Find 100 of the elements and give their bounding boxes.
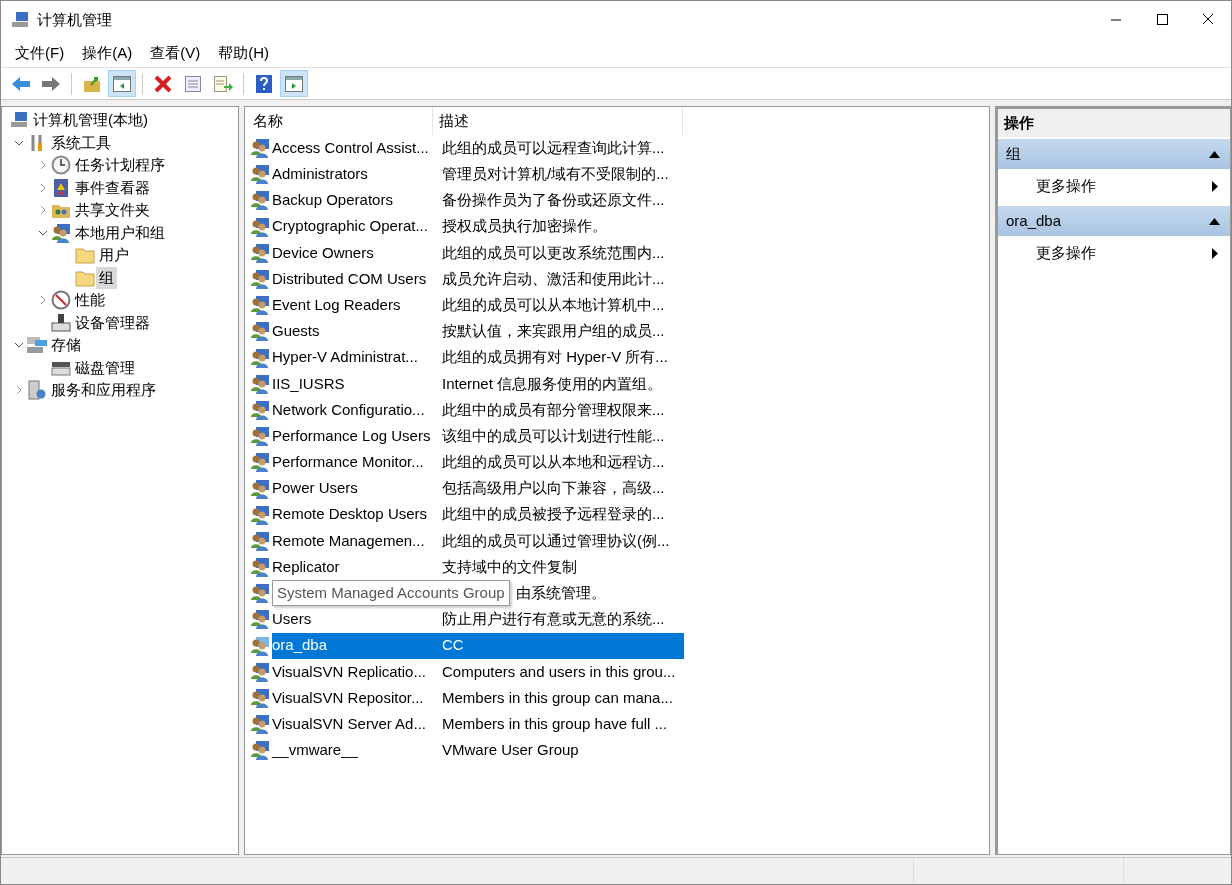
table-cell-text: Network Configuratio... — [272, 399, 426, 420]
table-cell-text: VisualSVN Replicatio... — [272, 661, 427, 682]
table-cell-text: Replicator — [272, 556, 341, 577]
group-icon — [250, 269, 270, 290]
expand-chevron-icon[interactable] — [38, 295, 48, 306]
tree-item[interactable]: 服务和应用程序 — [48, 379, 159, 402]
table-row[interactable]: Administrators 管理员对计算机/域有不受限制的... — [272, 161, 684, 188]
group-icon — [250, 530, 270, 551]
table-row[interactable]: Guests 按默认值，来宾跟用户组的成员... — [272, 318, 684, 345]
action-item[interactable]: 更多操作 — [998, 169, 1230, 204]
table-cell-text: 授权成员执行加密操作。 — [441, 216, 607, 237]
expand-chevron-icon[interactable] — [14, 385, 24, 396]
forward-arrow-icon — [41, 75, 61, 92]
computer-icon — [10, 111, 28, 130]
group-icon — [250, 557, 270, 578]
expand-chevron-icon[interactable] — [38, 160, 48, 171]
tree-item[interactable]: 用户 — [96, 244, 132, 267]
tree-item[interactable]: 磁盘管理 — [72, 356, 138, 379]
table-cell-text: 此组中的成员有部分管理权限来... — [441, 399, 665, 420]
table-row[interactable]: Performance Log Users 该组中的成员可以计划进行性能... — [272, 423, 684, 450]
group-icon — [250, 138, 270, 159]
tree-item[interactable]: 本地用户和组 — [72, 221, 168, 244]
folder-icon — [75, 268, 95, 287]
menu-item[interactable]: 操作(A) — [74, 41, 141, 65]
table-row[interactable]: VisualSVN Replicatio... Computers and users in this grou... — [272, 658, 684, 685]
table-row[interactable]: Power Users 包括高级用户以向下兼容，高级... — [272, 475, 684, 502]
table-row[interactable]: Event Log Readers 此组的成员可以从本地计算机中... — [272, 292, 684, 319]
table-cell-text: Guests — [272, 321, 321, 342]
folder-up-icon — [83, 74, 101, 93]
collapse-triangle-icon[interactable] — [1209, 150, 1220, 158]
table-row[interactable]: Remote Desktop Users 此组中的成员被授予远程登录的... — [272, 501, 684, 528]
table-cell-text: Backup Operators — [272, 190, 394, 211]
expand-chevron-icon[interactable] — [38, 182, 48, 193]
table-cell-text: 此组的成员可以远程查询此计算... — [441, 137, 665, 158]
tree-item[interactable]: 计算机管理(本地) — [30, 109, 151, 132]
table-row[interactable]: ora_dba CC — [272, 632, 684, 659]
group-icon — [250, 635, 270, 656]
tree-item[interactable]: 设备管理器 — [72, 311, 153, 334]
table-row[interactable]: Performance Monitor... 此组的成员可以从本地和远程访... — [272, 449, 684, 476]
table-row[interactable]: Backup Operators 备份操作员为了备份或还原文件... — [272, 187, 684, 214]
properties-icon — [184, 74, 202, 93]
table-cell-text: 此组的成员可以更改系统范围内... — [441, 242, 665, 263]
table-row[interactable]: System Managed Accounts Group 由系统管理。 — [272, 580, 684, 607]
tree-item[interactable]: 系统工具 — [48, 131, 114, 154]
table-cell-text: ora_dba — [272, 635, 329, 656]
tree-item[interactable]: 组 — [96, 266, 117, 289]
table-cell-text: 管理员对计算机/域有不受限制的... — [441, 164, 669, 185]
menu-item[interactable]: 查看(V) — [142, 41, 209, 65]
event-log-icon — [52, 177, 70, 198]
table-row[interactable]: Network Configuratio... 此组中的成员有部分管理权限来... — [272, 396, 684, 424]
table-row[interactable]: IIS_IUSRS Internet 信息服务使用的内置组。 — [272, 370, 684, 397]
table-cell-text: 包括高级用户以向下兼容，高级... — [441, 478, 665, 499]
group-icon — [250, 452, 270, 473]
actions-section-header[interactable]: 组 — [998, 139, 1230, 169]
tree-item[interactable]: 事件查看器 — [72, 176, 153, 199]
table-cell-text: Device Owners — [272, 242, 375, 263]
column-header[interactable]: 名称 — [245, 107, 433, 135]
group-icon — [250, 583, 270, 604]
table-row[interactable]: VisualSVN Repositor... Members in this group can mana... — [272, 684, 684, 712]
table-cell-text: Members in this group have full ... — [441, 713, 668, 734]
table-row[interactable]: Cryptographic Operat... 授权成员执行加密操作。 — [272, 213, 684, 240]
menu-item[interactable]: 帮助(H) — [210, 41, 277, 65]
toolbar-button[interactable] — [108, 70, 136, 97]
group-icon — [250, 216, 270, 237]
table-cell-text: 备份操作员为了备份或还原文件... — [441, 190, 665, 211]
table-row[interactable]: Access Control Assist... 此组的成员可以远程查询此计算... — [272, 135, 684, 162]
menu-item[interactable]: 文件(F) — [7, 41, 73, 65]
table-cell-text: 成员允许启动、激活和使用此计... — [441, 268, 665, 289]
help-icon — [256, 74, 272, 93]
tree-item[interactable]: 性能 — [72, 289, 108, 312]
table-row[interactable]: Distributed COM Users 成员允许启动、激活和使用此计... — [272, 265, 684, 293]
tree-item[interactable]: 存储 — [48, 334, 84, 357]
back-arrow-icon — [11, 75, 31, 92]
group-icon — [250, 399, 270, 420]
table-cell-text: IIS_IUSRS — [272, 373, 346, 394]
tree-pane-icon — [113, 75, 131, 92]
group-icon — [250, 661, 270, 682]
table-cell-text: CC — [441, 635, 464, 656]
expand-chevron-icon[interactable] — [38, 205, 48, 216]
table-row[interactable]: Device Owners 此组的成员可以更改系统范围内... — [272, 239, 684, 266]
submenu-arrow-icon — [1212, 181, 1218, 192]
table-row[interactable]: Hyper-V Administrat... 此组的成员拥有对 Hyper-V 所有... — [272, 344, 684, 371]
table-row[interactable]: VisualSVN Server Ad... Members in this group have full ... — [272, 711, 684, 738]
table-row[interactable]: Remote Managemen... 此组的成员可以通过管理协议(例... — [272, 527, 684, 554]
table-cell-text: 此组的成员可以通过管理协议(例... — [441, 530, 670, 551]
column-header[interactable]: 描述 — [433, 107, 683, 135]
actions-section-header[interactable]: ora_dba — [998, 206, 1230, 236]
table-cell-text: Remote Managemen... — [272, 530, 426, 551]
collapse-triangle-icon[interactable] — [1209, 217, 1220, 225]
table-row[interactable]: Users 防止用户进行有意或无意的系统... — [272, 606, 684, 633]
action-item[interactable]: 更多操作 — [998, 236, 1230, 271]
tree-item[interactable]: 共享文件夹 — [72, 199, 153, 222]
toolbar-button[interactable] — [280, 70, 308, 97]
table-cell-text: Administrators — [272, 164, 369, 185]
table-cell-text: 此组的成员拥有对 Hyper-V 所有... — [441, 347, 668, 368]
tree-item[interactable]: 任务计划程序 — [72, 154, 168, 177]
table-cell-text: Performance Monitor... — [272, 452, 425, 473]
table-row[interactable]: Replicator 支持域中的文件复制 — [272, 554, 684, 581]
table-cell-text: Computers and users in this grou... — [441, 661, 676, 682]
table-row[interactable]: __vmware__ VMware User Group — [272, 737, 684, 764]
